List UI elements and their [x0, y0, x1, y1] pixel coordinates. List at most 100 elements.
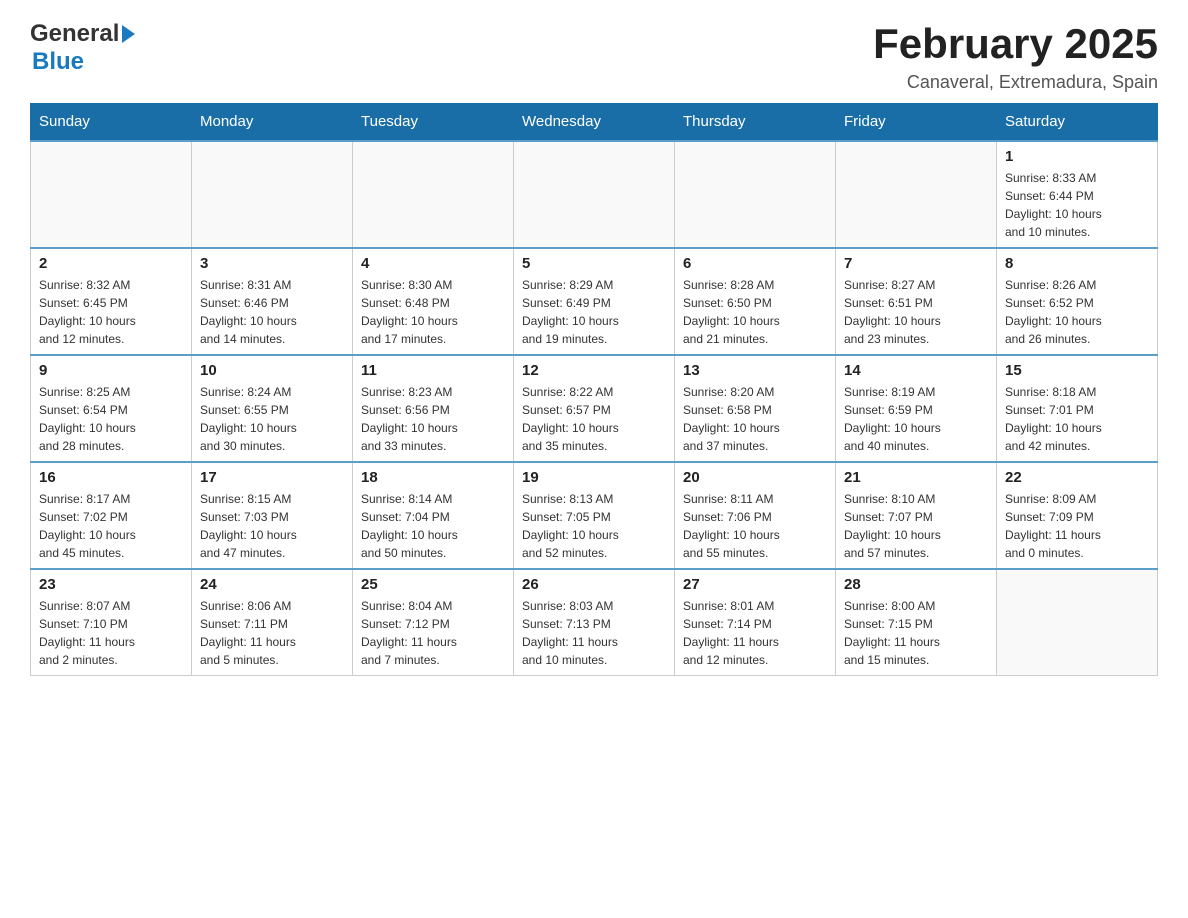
table-row	[836, 141, 997, 248]
day-number: 5	[522, 255, 666, 272]
day-info: Sunrise: 8:03 AM Sunset: 7:13 PM Dayligh…	[522, 597, 666, 669]
table-row: 20 Sunrise: 8:11 AM Sunset: 7:06 PM Dayli…	[675, 462, 836, 569]
day-number: 26	[522, 576, 666, 593]
table-row: 14 Sunrise: 8:19 AM Sunset: 6:59 PM Dayli…	[836, 355, 997, 462]
calendar-week-row: 2 Sunrise: 8:32 AM Sunset: 6:45 PM Daylig…	[31, 248, 1158, 355]
day-number: 6	[683, 255, 827, 272]
day-info: Sunrise: 8:20 AM Sunset: 6:58 PM Dayligh…	[683, 383, 827, 455]
weekday-header-row: Sunday Monday Tuesday Wednesday Thursday…	[31, 103, 1158, 141]
table-row: 28Sunrise: 8:00 AM Sunset: 7:15 PM Dayli…	[836, 569, 997, 676]
day-info: Sunrise: 8:33 AM Sunset: 6:44 PM Dayligh…	[1005, 169, 1149, 241]
col-sunday: Sunday	[31, 103, 192, 141]
day-info: Sunrise: 8:18 AM Sunset: 7:01 PM Dayligh…	[1005, 383, 1149, 455]
col-tuesday: Tuesday	[353, 103, 514, 141]
day-number: 28	[844, 576, 988, 593]
table-row: 23Sunrise: 8:07 AM Sunset: 7:10 PM Dayli…	[31, 569, 192, 676]
day-number: 14	[844, 362, 988, 379]
day-number: 21	[844, 469, 988, 486]
table-row	[675, 141, 836, 248]
day-number: 23	[39, 576, 183, 593]
table-row: 27 Sunrise: 8:01 AM Sunset: 7:14 PM Dayli…	[675, 569, 836, 676]
table-row: 9 Sunrise: 8:25 AM Sunset: 6:54 PM Daylig…	[31, 355, 192, 462]
day-number: 15	[1005, 362, 1149, 379]
table-row	[997, 569, 1158, 676]
table-row: 10Sunrise: 8:24 AM Sunset: 6:55 PM Dayli…	[192, 355, 353, 462]
table-row: 4 Sunrise: 8:30 AM Sunset: 6:48 PM Daylig…	[353, 248, 514, 355]
day-number: 18	[361, 469, 505, 486]
calendar-week-row: 23Sunrise: 8:07 AM Sunset: 7:10 PM Dayli…	[31, 569, 1158, 676]
day-number: 17	[200, 469, 344, 486]
day-info: Sunrise: 8:09 AM Sunset: 7:09 PM Dayligh…	[1005, 490, 1149, 562]
day-number: 9	[39, 362, 183, 379]
day-info: Sunrise: 8:01 AM Sunset: 7:14 PM Dayligh…	[683, 597, 827, 669]
col-wednesday: Wednesday	[514, 103, 675, 141]
calendar-week-row: 9 Sunrise: 8:25 AM Sunset: 6:54 PM Daylig…	[31, 355, 1158, 462]
month-title: February 2025	[873, 20, 1158, 68]
day-info: Sunrise: 8:26 AM Sunset: 6:52 PM Dayligh…	[1005, 276, 1149, 348]
day-info: Sunrise: 8:32 AM Sunset: 6:45 PM Dayligh…	[39, 276, 183, 348]
table-row: 1 Sunrise: 8:33 AM Sunset: 6:44 PM Daylig…	[997, 141, 1158, 248]
day-info: Sunrise: 8:24 AM Sunset: 6:55 PM Dayligh…	[200, 383, 344, 455]
table-row: 25 Sunrise: 8:04 AM Sunset: 7:12 PM Dayli…	[353, 569, 514, 676]
col-monday: Monday	[192, 103, 353, 141]
table-row: 26 Sunrise: 8:03 AM Sunset: 7:13 PM Dayli…	[514, 569, 675, 676]
table-row	[31, 141, 192, 248]
table-row: 2 Sunrise: 8:32 AM Sunset: 6:45 PM Daylig…	[31, 248, 192, 355]
day-info: Sunrise: 8:11 AM Sunset: 7:06 PM Dayligh…	[683, 490, 827, 562]
calendar-week-row: 1 Sunrise: 8:33 AM Sunset: 6:44 PM Daylig…	[31, 141, 1158, 248]
table-row: 11Sunrise: 8:23 AM Sunset: 6:56 PM Dayli…	[353, 355, 514, 462]
day-number: 16	[39, 469, 183, 486]
day-info: Sunrise: 8:29 AM Sunset: 6:49 PM Dayligh…	[522, 276, 666, 348]
day-info: Sunrise: 8:28 AM Sunset: 6:50 PM Dayligh…	[683, 276, 827, 348]
day-info: Sunrise: 8:22 AM Sunset: 6:57 PM Dayligh…	[522, 383, 666, 455]
day-info: Sunrise: 8:19 AM Sunset: 6:59 PM Dayligh…	[844, 383, 988, 455]
table-row: 3 Sunrise: 8:31 AM Sunset: 6:46 PM Daylig…	[192, 248, 353, 355]
table-row: 16Sunrise: 8:17 AM Sunset: 7:02 PM Dayli…	[31, 462, 192, 569]
day-number: 3	[200, 255, 344, 272]
table-row: 7 Sunrise: 8:27 AM Sunset: 6:51 PM Daylig…	[836, 248, 997, 355]
logo-general-text: General	[30, 20, 119, 48]
title-section: February 2025 Canaveral, Extremadura, Sp…	[873, 20, 1158, 93]
day-number: 8	[1005, 255, 1149, 272]
day-number: 4	[361, 255, 505, 272]
day-number: 25	[361, 576, 505, 593]
table-row: 8 Sunrise: 8:26 AM Sunset: 6:52 PM Daylig…	[997, 248, 1158, 355]
location-text: Canaveral, Extremadura, Spain	[873, 72, 1158, 93]
table-row: 24 Sunrise: 8:06 AM Sunset: 7:11 PM Dayli…	[192, 569, 353, 676]
day-info: Sunrise: 8:31 AM Sunset: 6:46 PM Dayligh…	[200, 276, 344, 348]
day-number: 19	[522, 469, 666, 486]
logo-blue-text: Blue	[32, 48, 138, 76]
table-row: 21Sunrise: 8:10 AM Sunset: 7:07 PM Dayli…	[836, 462, 997, 569]
day-info: Sunrise: 8:13 AM Sunset: 7:05 PM Dayligh…	[522, 490, 666, 562]
table-row: 17 Sunrise: 8:15 AM Sunset: 7:03 PM Dayli…	[192, 462, 353, 569]
table-row: 15 Sunrise: 8:18 AM Sunset: 7:01 PM Dayli…	[997, 355, 1158, 462]
day-info: Sunrise: 8:25 AM Sunset: 6:54 PM Dayligh…	[39, 383, 183, 455]
table-row: 13Sunrise: 8:20 AM Sunset: 6:58 PM Dayli…	[675, 355, 836, 462]
table-row: 6 Sunrise: 8:28 AM Sunset: 6:50 PM Daylig…	[675, 248, 836, 355]
logo-arrow-icon	[122, 25, 135, 43]
day-number: 27	[683, 576, 827, 593]
day-info: Sunrise: 8:04 AM Sunset: 7:12 PM Dayligh…	[361, 597, 505, 669]
table-row	[514, 141, 675, 248]
day-info: Sunrise: 8:15 AM Sunset: 7:03 PM Dayligh…	[200, 490, 344, 562]
table-row: 12 Sunrise: 8:22 AM Sunset: 6:57 PM Dayli…	[514, 355, 675, 462]
table-row	[353, 141, 514, 248]
day-number: 7	[844, 255, 988, 272]
calendar-table: Sunday Monday Tuesday Wednesday Thursday…	[30, 103, 1158, 676]
col-friday: Friday	[836, 103, 997, 141]
day-number: 20	[683, 469, 827, 486]
day-number: 24	[200, 576, 344, 593]
day-info: Sunrise: 8:27 AM Sunset: 6:51 PM Dayligh…	[844, 276, 988, 348]
day-info: Sunrise: 8:30 AM Sunset: 6:48 PM Dayligh…	[361, 276, 505, 348]
col-saturday: Saturday	[997, 103, 1158, 141]
page-header: General Blue February 2025 Canaveral, Ex…	[30, 20, 1158, 93]
day-info: Sunrise: 8:23 AM Sunset: 6:56 PM Dayligh…	[361, 383, 505, 455]
table-row: 22Sunrise: 8:09 AM Sunset: 7:09 PM Dayli…	[997, 462, 1158, 569]
day-info: Sunrise: 8:06 AM Sunset: 7:11 PM Dayligh…	[200, 597, 344, 669]
col-thursday: Thursday	[675, 103, 836, 141]
table-row: 19 Sunrise: 8:13 AM Sunset: 7:05 PM Dayli…	[514, 462, 675, 569]
table-row	[192, 141, 353, 248]
day-number: 12	[522, 362, 666, 379]
day-number: 2	[39, 255, 183, 272]
day-number: 1	[1005, 148, 1149, 165]
